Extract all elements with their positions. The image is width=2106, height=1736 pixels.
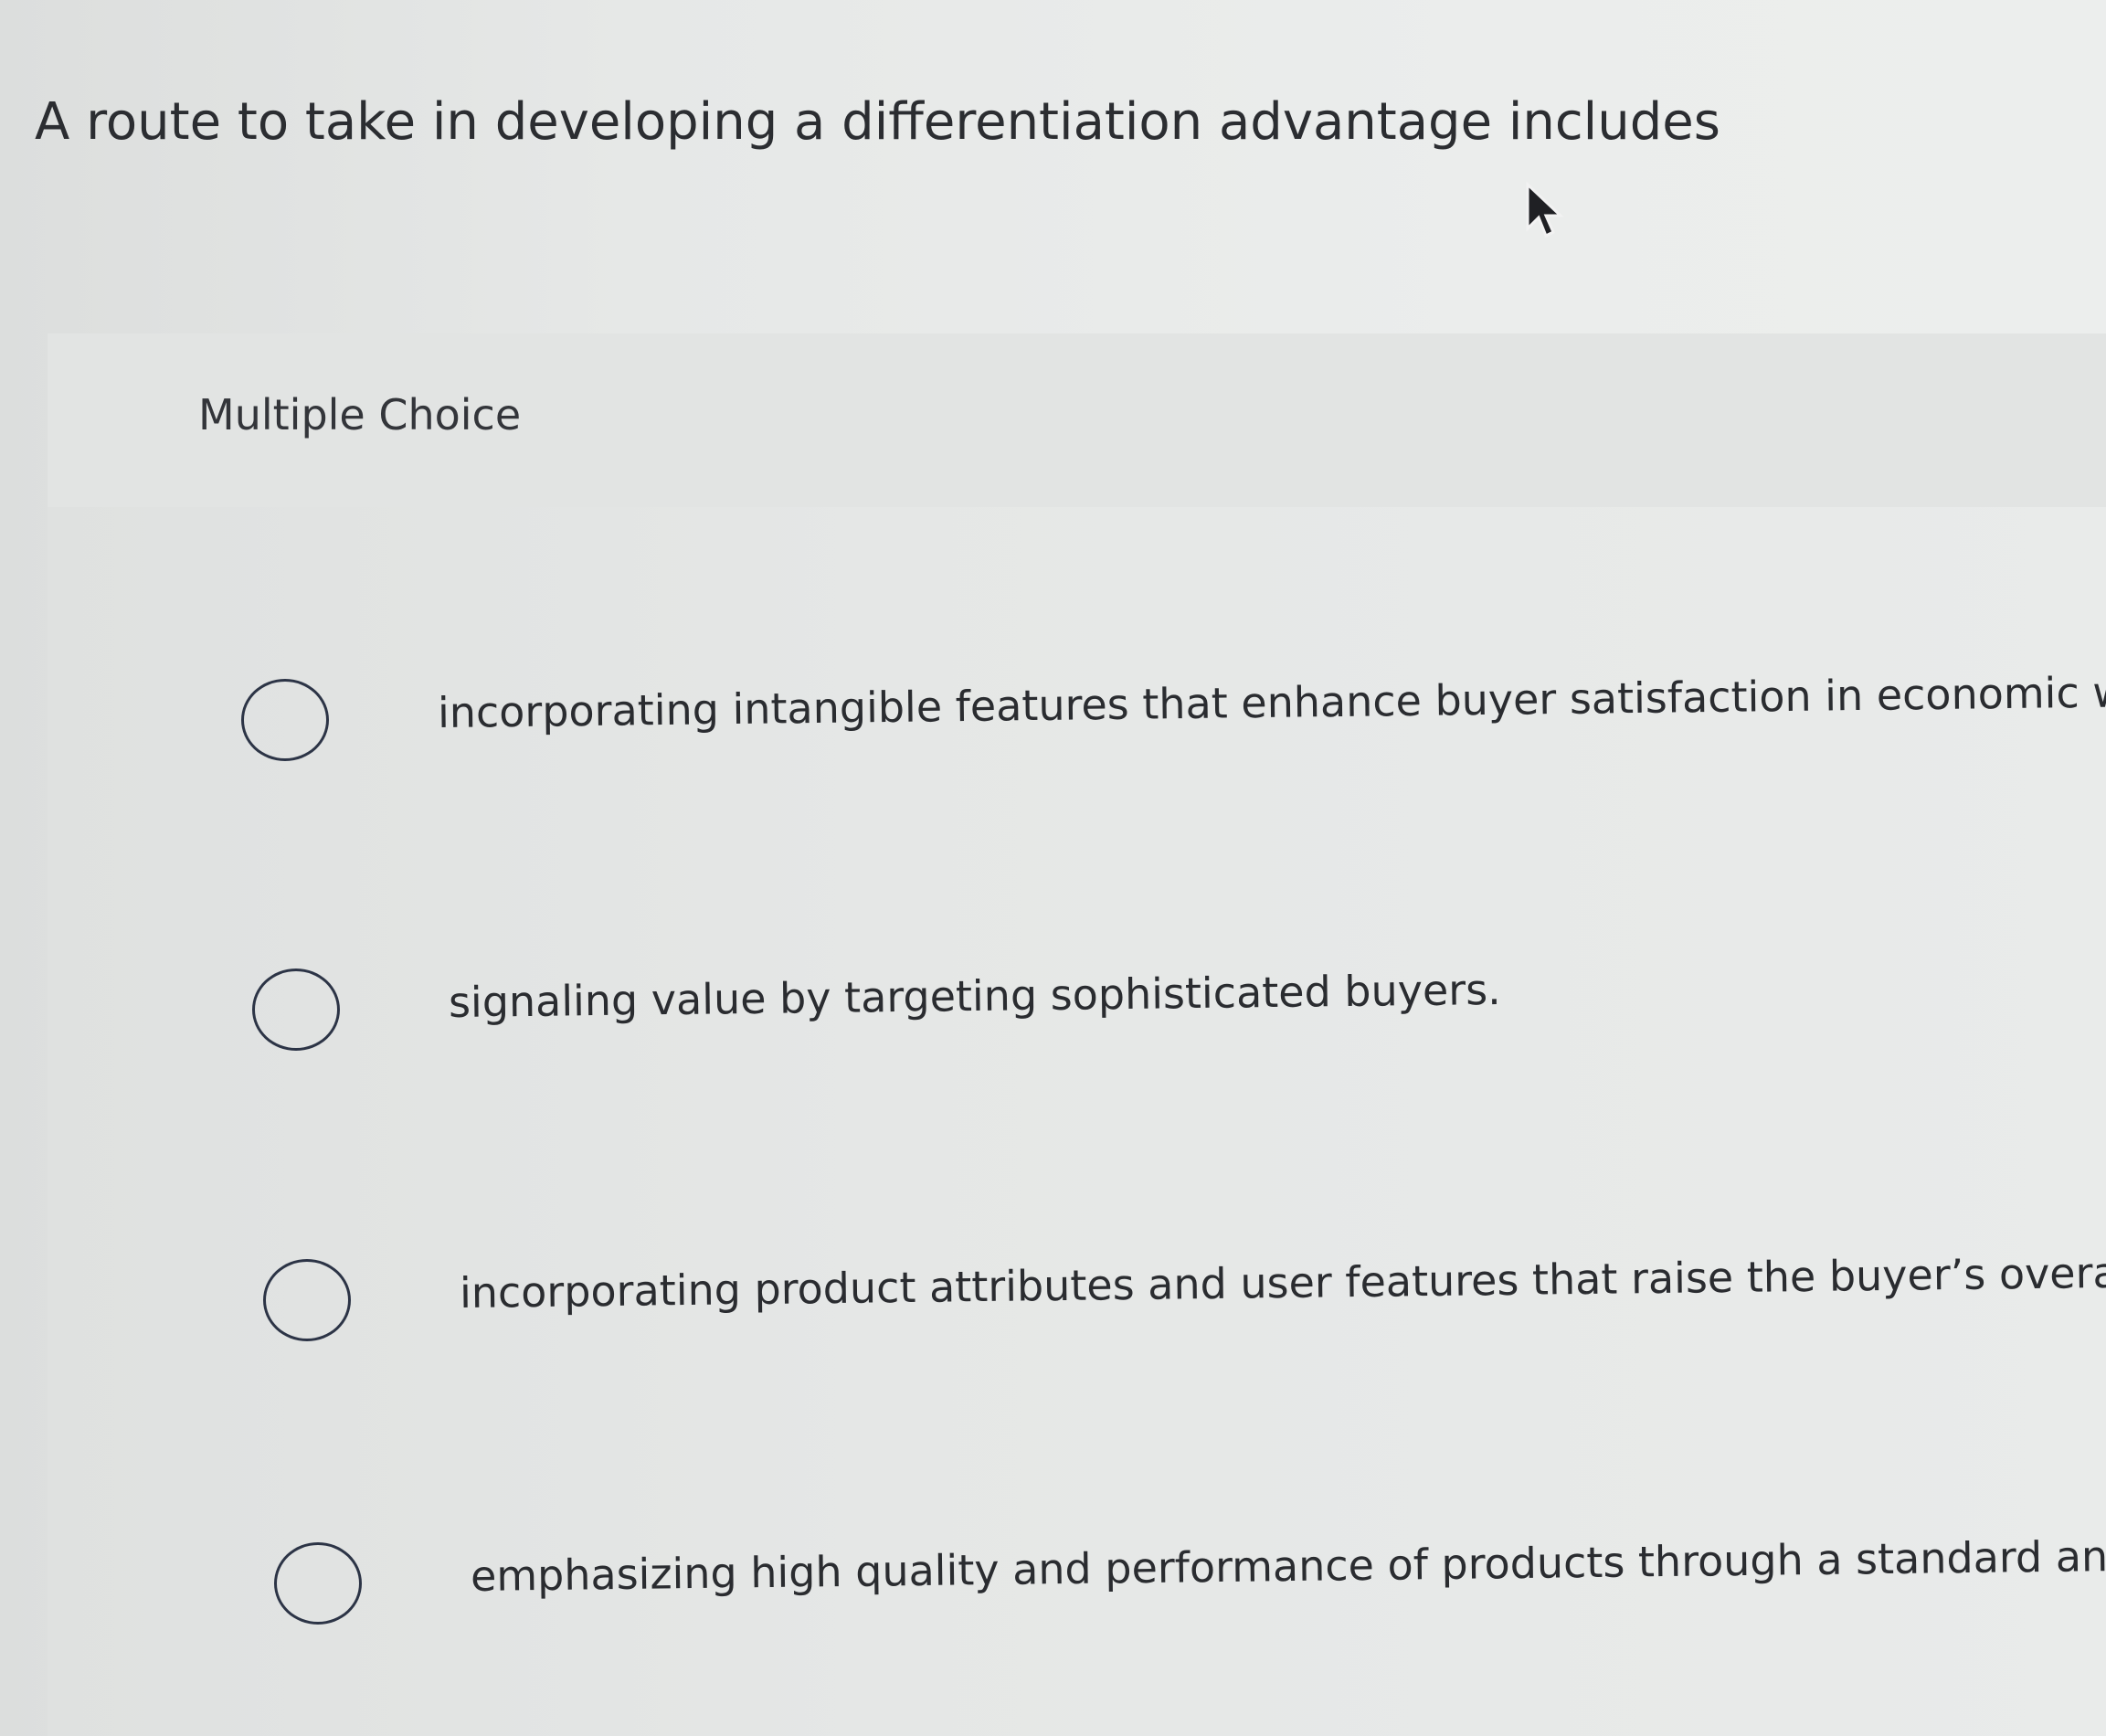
multiple-choice-header: Multiple Choice — [48, 333, 2106, 507]
answer-option-4[interactable]: emphasizing high quality and performance… — [274, 1528, 2106, 1679]
quiz-page: A route to take in developing a differen… — [0, 0, 2106, 1736]
radio-button-icon[interactable] — [274, 1542, 362, 1625]
radio-button-icon[interactable] — [263, 1259, 351, 1341]
answer-option-1[interactable]: incorporating intangible features that e… — [241, 666, 2106, 816]
answer-option-2[interactable]: signaling value by targeting sophisticat… — [252, 965, 2106, 1106]
viewport: A route to take in developing a differen… — [0, 0, 2106, 1736]
radio-button-icon[interactable] — [252, 969, 340, 1051]
answer-option-text: incorporating intangible features that e… — [437, 666, 2106, 737]
mouse-pointer-icon — [1526, 181, 1564, 238]
answer-option-3[interactable]: incorporating product attributes and use… — [263, 1244, 2106, 1396]
answer-option-text: emphasizing high quality and performance… — [470, 1528, 2106, 1601]
multiple-choice-panel: Multiple Choice incorporating intangible… — [48, 333, 2106, 1736]
multiple-choice-label: Multiple Choice — [198, 390, 522, 439]
question-text: A route to take in developing a differen… — [35, 92, 1720, 152]
answer-option-text: signaling value by targeting sophisticat… — [448, 964, 1502, 1027]
answer-option-text: incorporating product attributes and use… — [459, 1244, 2106, 1318]
radio-button-icon[interactable] — [241, 679, 329, 761]
